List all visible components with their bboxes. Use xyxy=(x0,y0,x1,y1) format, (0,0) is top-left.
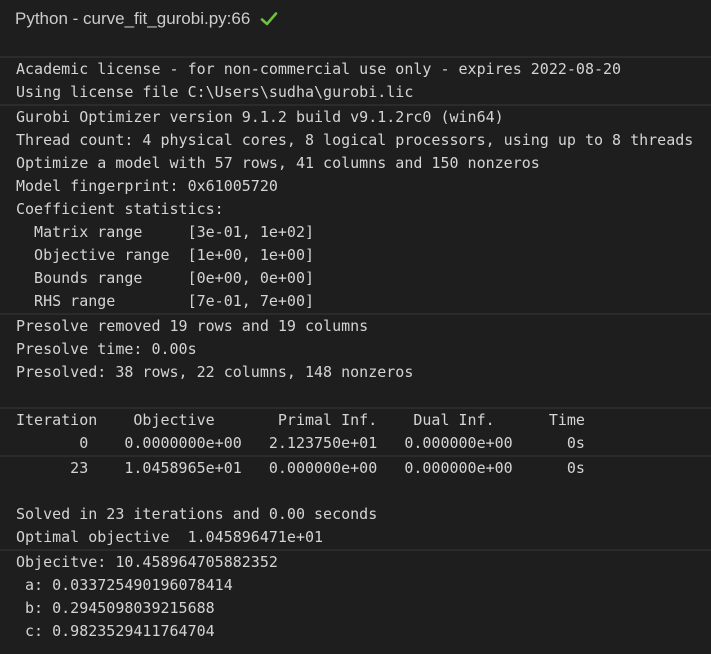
output-cell: Gurobi Optimizer version 9.1.2 build v9.… xyxy=(0,104,711,313)
output-line: Optimize a model with 57 rows, 41 column… xyxy=(16,154,540,172)
output-line: Iteration Objective Primal Inf. Dual Inf… xyxy=(16,411,585,429)
output-line: Gurobi Optimizer version 9.1.2 build v9.… xyxy=(16,108,504,126)
output-line: Optimal objective 1.045896471e+01 xyxy=(16,528,324,546)
output-line: Objective range [1e+00, 1e+00] xyxy=(16,246,315,264)
output-line: Presolve removed 19 rows and 19 columns xyxy=(16,317,369,335)
output-line: Coefficient statistics: xyxy=(16,200,224,218)
output-line: 0 0.0000000e+00 2.123750e+01 0.000000e+0… xyxy=(16,434,585,452)
output-cell: Academic license - for non-commercial us… xyxy=(0,56,711,104)
output-line: Presolve time: 0.00s xyxy=(16,340,197,358)
terminal-output: Academic license - for non-commercial us… xyxy=(0,56,711,643)
output-line: Thread count: 4 physical cores, 8 logica… xyxy=(16,131,694,149)
output-line: Model fingerprint: 0x61005720 xyxy=(16,177,278,195)
output-line: b: 0.2945098039215688 xyxy=(16,599,215,617)
output-cell: Objecitve: 10.458964705882352 a: 0.03372… xyxy=(0,549,711,643)
output-title: Python - curve_fit_gurobi.py:66 xyxy=(15,9,251,28)
checkmark-icon xyxy=(261,12,278,26)
output-line: Matrix range [3e-01, 1e+02] xyxy=(16,223,315,241)
output-line: RHS range [7e-01, 7e+00] xyxy=(16,292,315,310)
output-line: Objecitve: 10.458964705882352 xyxy=(16,553,278,571)
output-cell: Iteration Objective Primal Inf. Dual Inf… xyxy=(0,407,711,455)
output-line: 23 1.0458965e+01 0.000000e+00 0.000000e+… xyxy=(16,459,585,477)
output-line: Bounds range [0e+00, 0e+00] xyxy=(16,269,315,287)
output-line: c: 0.9823529411764704 xyxy=(16,622,215,640)
output-line: Academic license - for non-commercial us… xyxy=(16,60,622,78)
output-header: Python - curve_fit_gurobi.py:66 xyxy=(0,0,711,38)
output-line: Using license file C:\Users\sudha\gurobi… xyxy=(16,83,414,101)
output-line: Presolved: 38 rows, 22 columns, 148 nonz… xyxy=(16,363,414,381)
output-cell: 23 1.0458965e+01 0.000000e+00 0.000000e+… xyxy=(0,455,711,549)
output-cell: Presolve removed 19 rows and 19 columns P… xyxy=(0,313,711,407)
output-line: Solved in 23 iterations and 0.00 seconds xyxy=(16,505,378,523)
output-line: a: 0.033725490196078414 xyxy=(16,576,233,594)
